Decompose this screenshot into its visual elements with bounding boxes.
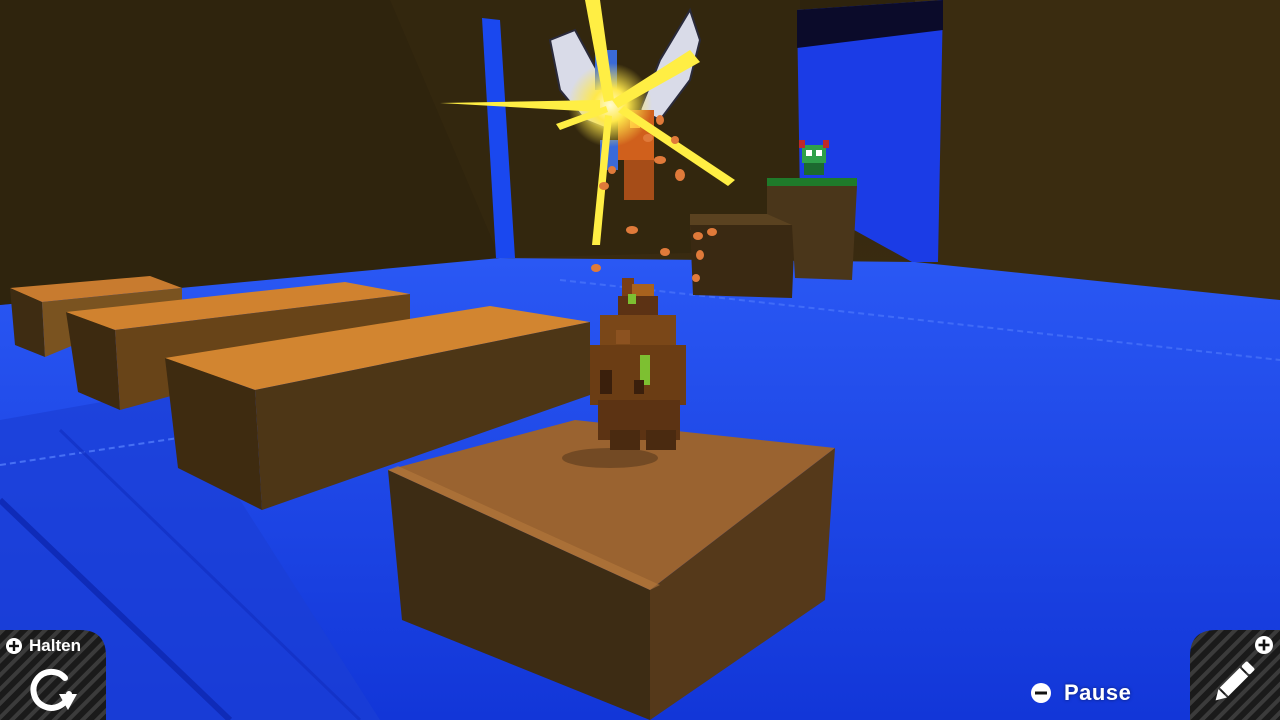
- block-far-dark: [690, 214, 795, 298]
- game-scene: [0, 0, 1280, 720]
- pause-label: Pause: [1064, 680, 1132, 705]
- game-viewport: Halten Pause: [0, 0, 1280, 720]
- plus-icon: [1255, 636, 1273, 654]
- hold-label: Halten: [29, 636, 81, 655]
- character-shadow: [562, 448, 658, 468]
- plus-icon: [6, 638, 22, 654]
- pencil-icon[interactable]: [1208, 656, 1260, 708]
- right-wall: [915, 0, 1280, 300]
- minus-icon: [1031, 683, 1051, 703]
- pause-button[interactable]: Pause: [1030, 678, 1131, 708]
- rotate-icon[interactable]: [25, 664, 79, 714]
